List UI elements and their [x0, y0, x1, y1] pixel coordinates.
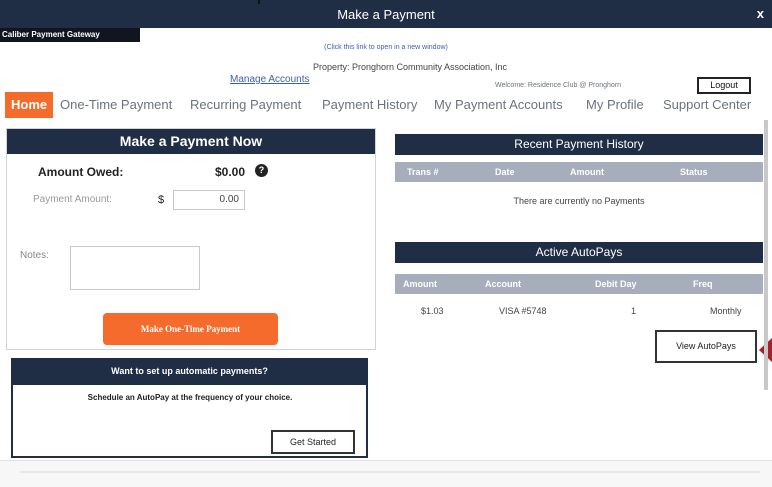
autopay-account: VISA #5748 [499, 306, 547, 316]
payment-amount-input[interactable]: 0.00 [173, 190, 245, 210]
view-autopays-button[interactable]: View AutoPays [655, 330, 757, 363]
autopay-promo-title: Want to set up automatic payments? [11, 358, 368, 385]
column-header: Trans # [407, 167, 439, 177]
question-circle-icon[interactable]: ? [255, 164, 268, 177]
column-header: Status [680, 167, 708, 177]
welcome-text: Welcome: Residence Club @ Pronghorn [495, 82, 622, 89]
tab-recurring-payment[interactable]: Recurring Payment [190, 92, 301, 118]
main-nav: Home One-Time Payment Recurring Payment … [0, 92, 772, 118]
autopay-freq: Monthly [710, 306, 742, 316]
tab-my-profile[interactable]: My Profile [586, 92, 644, 118]
gateway-title: Caliber Payment Gateway [0, 28, 140, 42]
make-payment-title: Make a Payment Now [7, 129, 375, 154]
column-header: Amount [403, 279, 437, 289]
window-titlebar: Make a Payment x [0, 0, 772, 28]
tab-support-center[interactable]: Support Center [663, 92, 751, 118]
tab-payment-history[interactable]: Payment History [322, 92, 417, 118]
titlebar-tick [258, 0, 260, 4]
autopay-promo-text: Schedule an AutoPay at the frequency of … [87, 393, 293, 402]
recent-history-title: Recent Payment History [395, 134, 763, 155]
recent-history-empty: There are currently no Payments [513, 196, 645, 206]
column-header: Amount [570, 167, 604, 177]
active-autopays-title: Active AutoPays [395, 242, 763, 263]
amount-owed-value: $0.00 [215, 165, 246, 179]
column-header: Debit Day [595, 279, 637, 289]
property-name: Property: Pronghorn Community Associatio… [312, 62, 508, 72]
tab-one-time-payment[interactable]: One-Time Payment [60, 92, 172, 118]
notes-textarea[interactable] [70, 246, 200, 290]
tab-home[interactable]: Home [5, 92, 54, 118]
notes-label: Notes: [20, 250, 49, 261]
manage-accounts-link[interactable]: Manage Accounts [230, 74, 310, 85]
scrollbar-thumb[interactable] [764, 120, 768, 390]
recent-history-columns: Trans # Date Amount Status [395, 162, 763, 182]
horizontal-scrollbar[interactable] [20, 471, 760, 473]
make-one-time-payment-button[interactable]: Make One-Time Payment [103, 313, 278, 345]
close-icon[interactable]: x [757, 6, 764, 21]
bottom-bar [0, 460, 772, 487]
amount-owed-label: Amount Owed: [38, 165, 124, 179]
autopay-debit-day: 1 [631, 306, 637, 316]
tab-my-payment-accounts[interactable]: My Payment Accounts [434, 92, 563, 118]
autopay-amount: $1.03 [421, 306, 444, 316]
column-header: Account [485, 279, 521, 289]
currency-symbol: $ [158, 194, 165, 206]
payment-amount-label: Payment Amount: [33, 194, 112, 205]
active-autopays-columns: Amount Account Debit Day Freq [395, 274, 763, 294]
get-started-button[interactable]: Get Started [271, 430, 355, 454]
open-new-window-link[interactable]: (Click this link to open in a new window… [0, 44, 772, 51]
window-title: Make a Payment [337, 7, 435, 22]
column-header: Freq [693, 279, 713, 289]
column-header: Date [495, 167, 515, 177]
